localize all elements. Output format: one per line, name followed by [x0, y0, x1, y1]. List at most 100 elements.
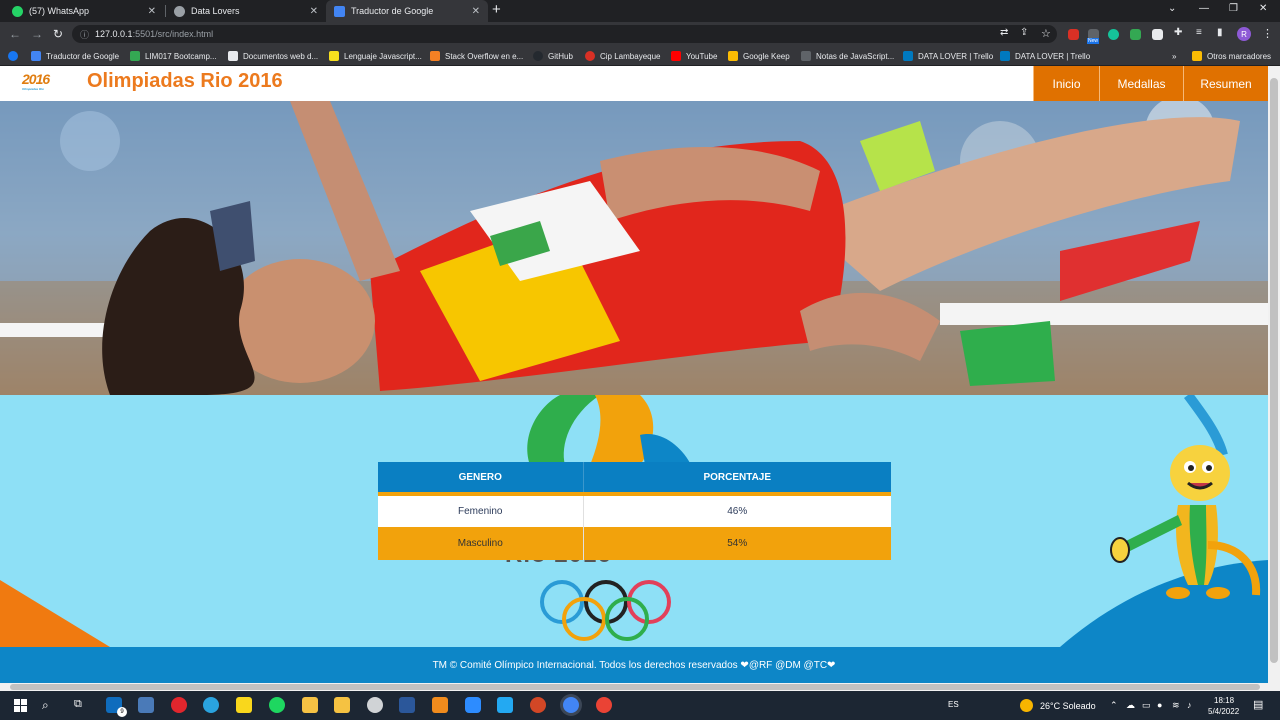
bookmark-label: DATA LOVER | Trello	[918, 51, 994, 61]
close-icon[interactable]: ✕	[310, 6, 318, 17]
bookmark-item[interactable]: Notas de JavaScript...	[801, 49, 894, 63]
bookmark-item[interactable]: Documentos web d...	[228, 49, 318, 63]
weather-text[interactable]: 26°C Soleado	[1040, 701, 1096, 711]
task-view-icon[interactable]: ⧉	[74, 698, 82, 711]
browser-toolbar: ← → ↻ ⓘ 127.0.0.1:5501/src/index.html ⇄ …	[0, 22, 1280, 46]
bookmark-item[interactable]: Traductor de Google	[31, 49, 119, 63]
cell-genero: Femenino	[378, 494, 583, 527]
language-indicator[interactable]: ES	[948, 700, 959, 709]
horizontal-scrollbar[interactable]	[0, 683, 1280, 691]
app-icon[interactable]	[367, 697, 383, 713]
bookmark-label: Notas de JavaScript...	[816, 51, 895, 61]
reload-button[interactable]: ↻	[53, 27, 63, 41]
bookmark-star-icon[interactable]: ☆	[1041, 27, 1051, 40]
extensions-puzzle-icon[interactable]: ✚	[1174, 27, 1182, 38]
restore-button[interactable]: ❐	[1229, 3, 1238, 14]
site-footer: TM © Comité Olímpico Internacional. Todo…	[0, 647, 1268, 683]
translate-icon[interactable]: ⇄	[1000, 27, 1008, 38]
mail-badge: 9	[117, 707, 127, 717]
close-icon[interactable]: ✕	[472, 6, 480, 17]
bookmark-facebook[interactable]	[8, 49, 23, 63]
cell-porcentaje: 54%	[582, 527, 891, 560]
page-title: Olimpiadas Rio 2016	[87, 70, 283, 92]
wifi-icon[interactable]: ≋	[1172, 700, 1180, 711]
nav-medallas[interactable]: Medallas	[1099, 66, 1183, 101]
extension-icon[interactable]	[1130, 29, 1141, 40]
bookmark-label: DATA LOVER | Trello	[1015, 51, 1091, 61]
share-icon[interactable]: ⇪	[1020, 27, 1028, 38]
sticky-notes-icon[interactable]	[236, 697, 252, 713]
app-icon[interactable]	[138, 697, 154, 713]
profile-avatar[interactable]: R	[1237, 27, 1251, 41]
header-genero: GENERO	[378, 462, 583, 496]
vlc-icon[interactable]	[432, 697, 448, 713]
bookmark-item[interactable]: Google Keep	[728, 49, 790, 63]
bookmark-item[interactable]: DATA LOVER | Trello	[1000, 49, 1090, 63]
chrome-icon[interactable]	[563, 697, 579, 713]
menu-icon[interactable]: ⋮	[1262, 27, 1273, 40]
clock-date[interactable]: 5/4/2022	[1208, 707, 1239, 716]
bookmark-item[interactable]: GitHub	[533, 49, 573, 63]
close-icon[interactable]: ✕	[148, 6, 156, 17]
tab-search-icon[interactable]: ⌄	[1168, 3, 1176, 14]
other-bookmarks-folder[interactable]: Otros marcadores	[1192, 49, 1271, 63]
bookmark-item[interactable]: DATA LOVER | Trello	[903, 49, 993, 63]
notification-icon[interactable]: ▤	[1253, 698, 1263, 711]
reading-list-icon[interactable]: ≡	[1196, 27, 1202, 38]
telegram-icon[interactable]	[203, 697, 219, 713]
tab-whatsapp[interactable]: (57) WhatsApp ✕	[4, 0, 164, 22]
new-tab-button[interactable]: +	[492, 1, 501, 18]
forward-button[interactable]: →	[31, 27, 43, 41]
close-window-button[interactable]: ✕	[1259, 3, 1267, 14]
tab-title: (57) WhatsApp	[29, 6, 90, 16]
bookmark-item[interactable]: YouTube	[671, 49, 717, 63]
clock-time[interactable]: 18:18	[1214, 696, 1234, 705]
statistics-section: Rio 2016 GENERO PORCENTAJE Femenino 46% …	[0, 395, 1268, 647]
powerpoint-icon[interactable]	[530, 697, 546, 713]
volume-icon[interactable]: ♪	[1187, 700, 1192, 710]
grammarly-icon[interactable]	[1108, 29, 1119, 40]
nav-inicio[interactable]: Inicio	[1033, 66, 1099, 101]
bookmark-item[interactable]: Cip Lambayeque	[585, 49, 660, 63]
side-panel-icon[interactable]: ▮	[1217, 27, 1223, 38]
back-button[interactable]: ←	[9, 27, 21, 41]
more-bookmarks-button[interactable]: »	[1172, 49, 1176, 63]
tab-data-lovers[interactable]: Data Lovers ✕	[166, 0, 326, 22]
site-header: 2016 Olimpíadas Rio Olimpiadas Rio 2016 …	[0, 66, 1268, 101]
chrome-profile-icon[interactable]	[596, 697, 612, 713]
bookmark-item[interactable]: LIM017 Bootcamp...	[130, 49, 217, 63]
tab-title: Traductor de Google	[351, 6, 434, 16]
bookmark-label: LIM017 Bootcamp...	[145, 51, 217, 61]
folder-icon	[1192, 51, 1202, 61]
bookmark-label: Cip Lambayeque	[600, 51, 661, 61]
google-keep-icon	[728, 51, 738, 61]
windows-start-icon[interactable]	[14, 699, 27, 712]
zoom-icon[interactable]	[465, 697, 481, 713]
opera-icon[interactable]	[171, 697, 187, 713]
sun-icon	[1020, 699, 1033, 712]
chevron-up-icon[interactable]: ⌃	[1110, 700, 1118, 711]
nav-resumen[interactable]: Resumen	[1183, 66, 1268, 101]
scrollbar-thumb[interactable]	[10, 684, 1260, 690]
notes-icon	[801, 51, 811, 61]
file-explorer-icon[interactable]	[334, 697, 350, 713]
battery-icon[interactable]: ▭	[1142, 700, 1151, 711]
rio-2016-logo[interactable]: 2016 Olimpíadas Rio	[22, 71, 50, 91]
bookmark-item[interactable]: Lenguaje Javascript...	[329, 49, 422, 63]
vertical-scrollbar[interactable]	[1268, 66, 1280, 683]
cloud-icon[interactable]: ☁	[1126, 700, 1135, 711]
address-bar[interactable]: ⓘ 127.0.0.1:5501/src/index.html	[72, 25, 1057, 43]
minimize-button[interactable]: —	[1199, 3, 1209, 14]
cip-icon	[585, 51, 595, 61]
keep-icon[interactable]	[302, 697, 318, 713]
extension-icon[interactable]	[1152, 29, 1163, 40]
tab-translator[interactable]: Traductor de Google ✕	[326, 0, 488, 22]
vscode-icon[interactable]	[497, 697, 513, 713]
word-icon[interactable]	[399, 697, 415, 713]
search-icon[interactable]: ⌕	[42, 698, 49, 713]
extension-icon[interactable]	[1068, 29, 1079, 40]
microphone-icon[interactable]: ●	[1157, 700, 1162, 710]
spotify-icon[interactable]	[269, 697, 285, 713]
scrollbar-thumb[interactable]	[1270, 78, 1278, 663]
bookmark-item[interactable]: Stack Overflow en e...	[430, 49, 523, 63]
